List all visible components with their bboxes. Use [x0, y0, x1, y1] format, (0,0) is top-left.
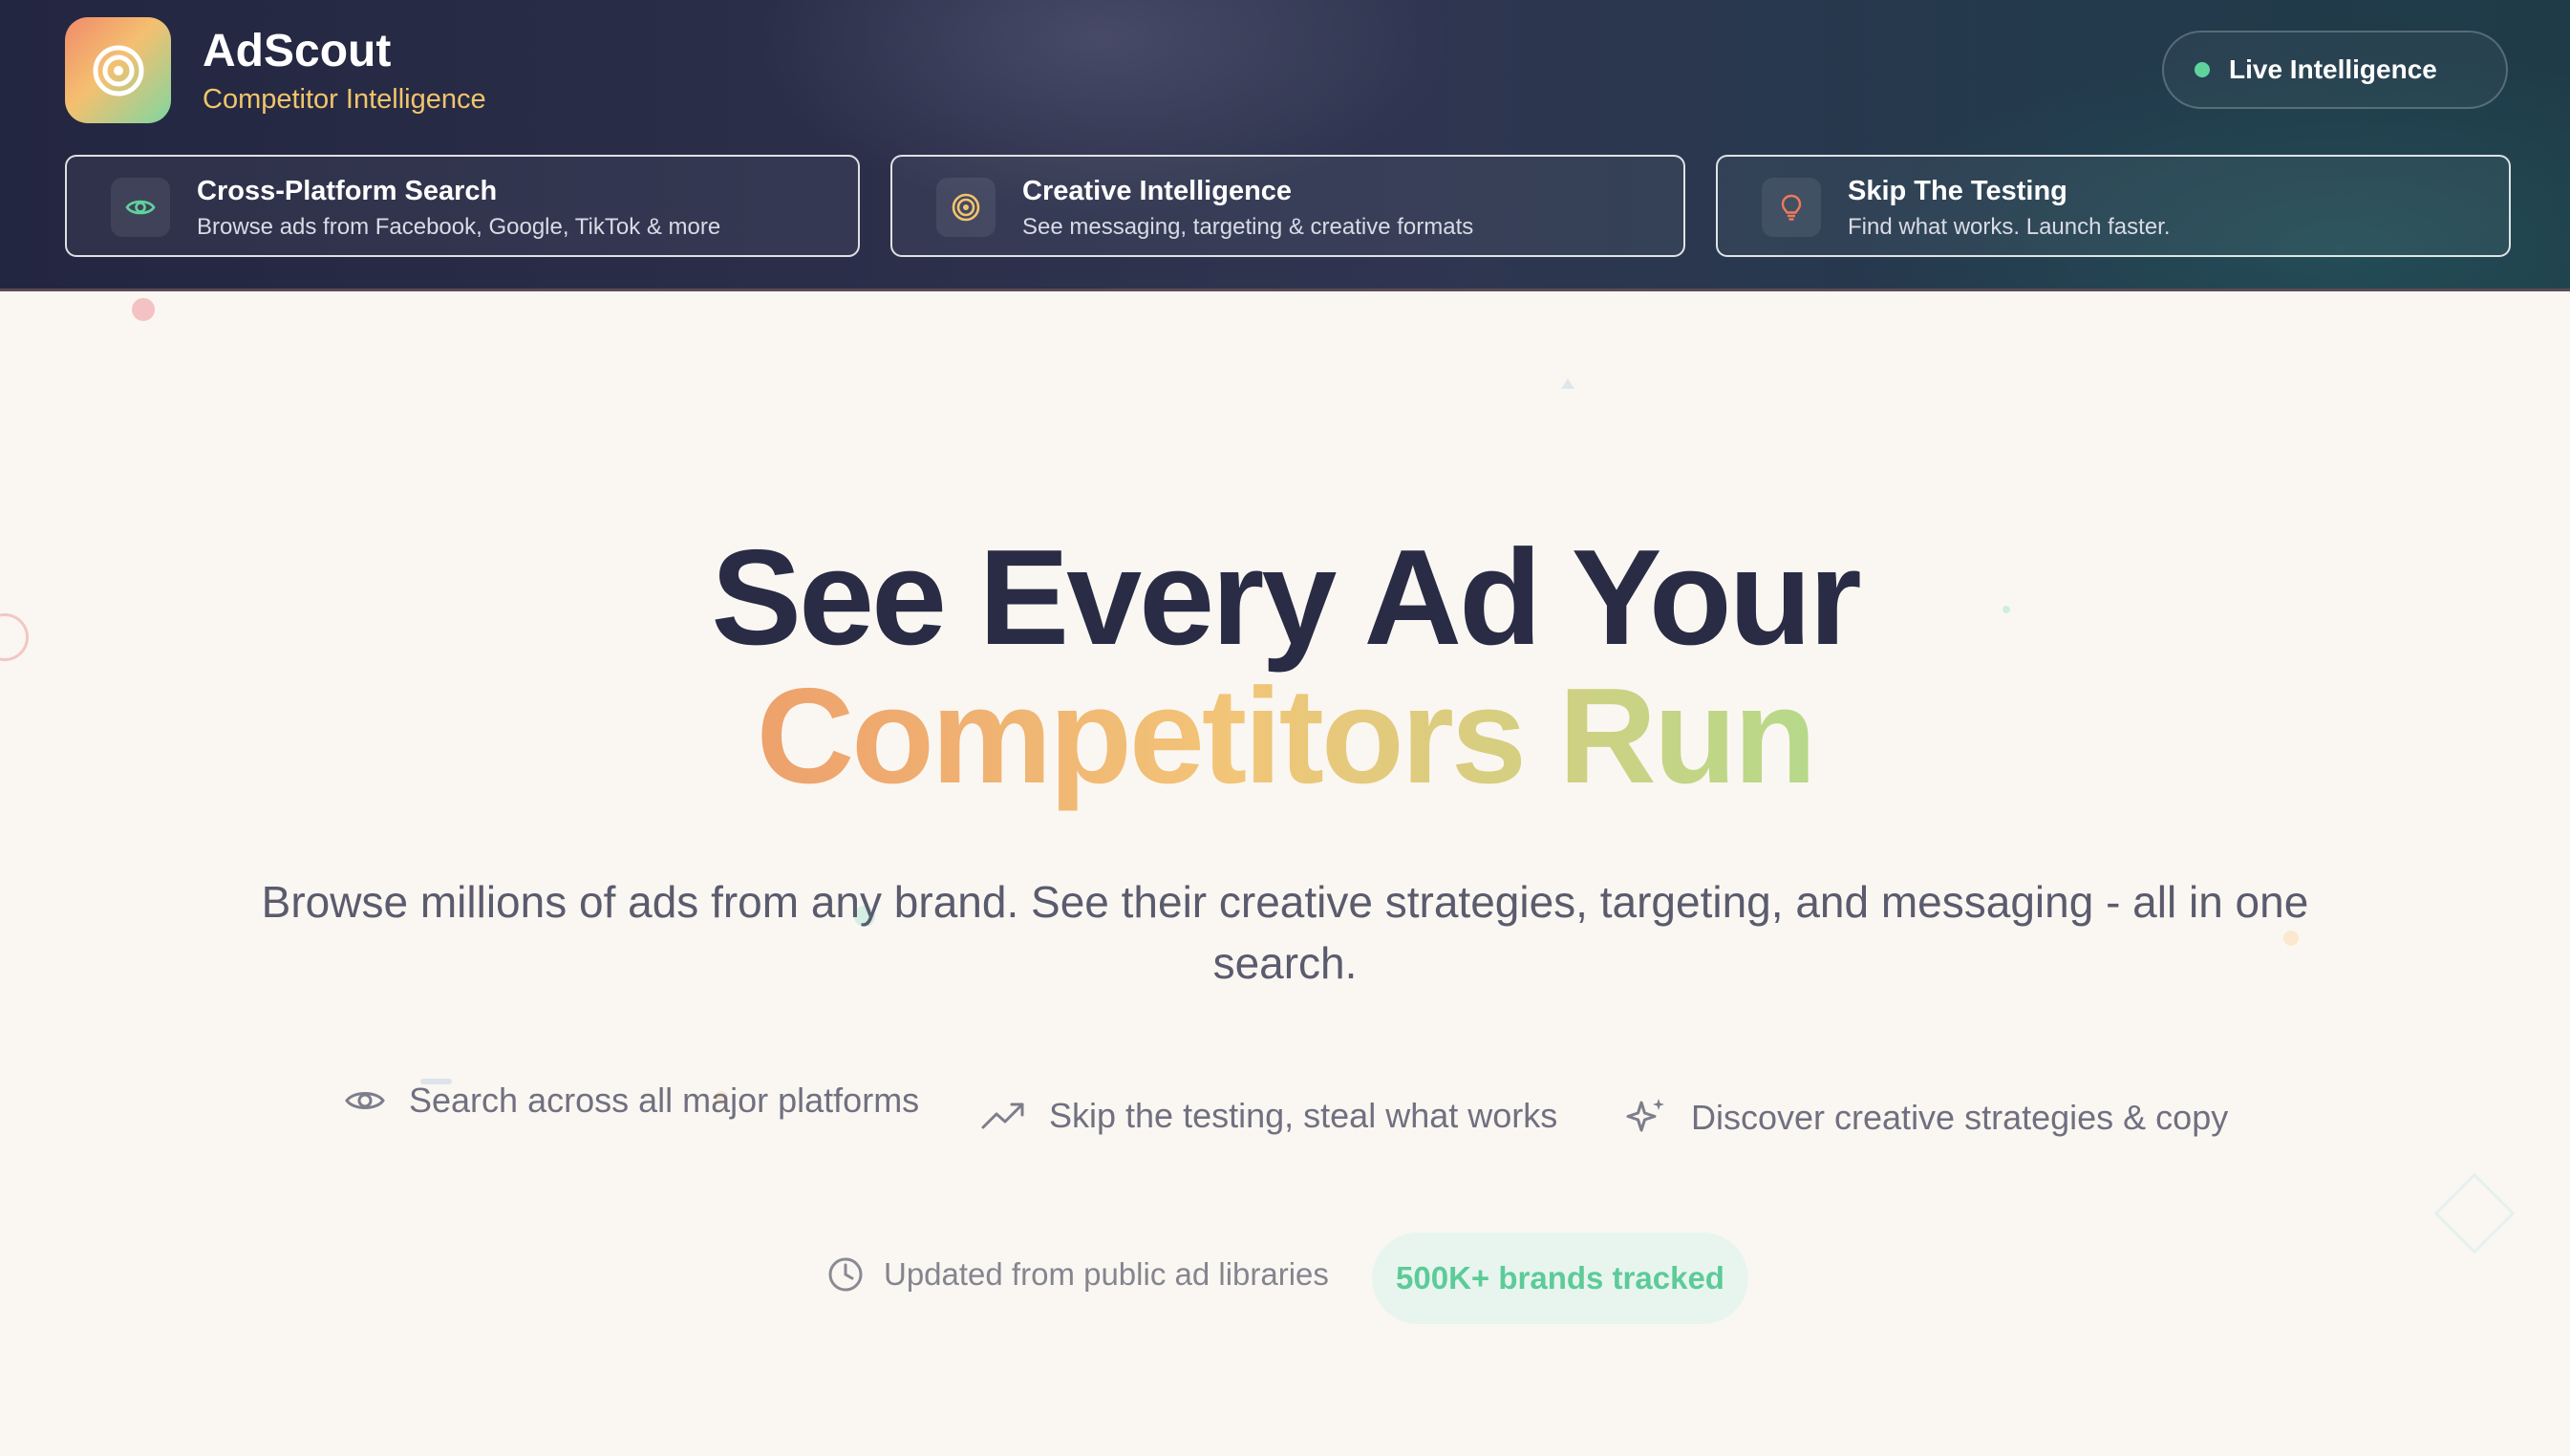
feature-description: See messaging, targeting & creative form…: [1022, 214, 1474, 240]
live-badge-label: Live Intelligence: [2229, 54, 2437, 84]
target-icon: [936, 178, 996, 237]
live-intelligence-badge[interactable]: Live Intelligence: [2162, 31, 2508, 109]
feature-description: Find what works. Launch faster.: [1848, 214, 2171, 240]
value-points: Search across all major platforms Skip t…: [0, 1080, 2570, 1194]
live-status-dot: [2195, 62, 2210, 77]
feature-description: Browse ads from Facebook, Google, TikTok…: [197, 214, 721, 240]
trending-up-icon: [981, 1103, 1024, 1129]
value-point-label: Discover creative strategies & copy: [1691, 1098, 2229, 1137]
feature-card-cross-platform[interactable]: Cross-Platform Search Browse ads from Fa…: [65, 155, 860, 257]
clock-icon: [828, 1257, 863, 1292]
value-point-search: Search across all major platforms: [344, 1080, 919, 1122]
feature-title: Creative Intelligence: [1022, 176, 1293, 206]
value-point-discover: Discover creative strategies & copy: [1622, 1095, 2228, 1141]
decor-triangle: [1561, 378, 1574, 389]
updated-label: Updated from public ad libraries: [884, 1256, 1329, 1292]
hero-headline-highlight: Competitors Run: [756, 660, 1817, 812]
feature-title: Cross-Platform Search: [197, 176, 498, 206]
feature-card-creative-intelligence[interactable]: Creative Intelligence See messaging, tar…: [890, 155, 1685, 257]
app-logo[interactable]: [65, 17, 171, 123]
updated-info: Updated from public ad libraries: [826, 1255, 1329, 1294]
value-point-label: Skip the testing, steal what works: [1049, 1096, 1558, 1135]
eye-icon: [111, 178, 170, 237]
feature-card-skip-testing[interactable]: Skip The Testing Find what works. Launch…: [1716, 155, 2511, 257]
lightbulb-icon: [1762, 178, 1821, 237]
target-icon: [93, 45, 143, 96]
hero-subheadline: Browse millions of ads from any brand. S…: [261, 877, 2309, 988]
sparkles-icon: [1626, 1099, 1664, 1132]
brand-tagline: Competitor Intelligence: [203, 84, 486, 115]
value-point-label: Search across all major platforms: [409, 1081, 920, 1120]
top-header: AdScout Competitor Intelligence Live Int…: [0, 0, 2570, 291]
eye-icon: [345, 1092, 385, 1109]
value-point-skip-testing: Skip the testing, steal what works: [980, 1095, 1557, 1137]
feature-title: Skip The Testing: [1848, 176, 2067, 206]
brands-tracked-badge: 500K+ brands tracked: [1372, 1232, 1748, 1324]
hero-headline-line2: Competitors Run: [0, 669, 2570, 804]
hero-headline-line1: See Every Ad Your: [711, 522, 1861, 674]
brand-name: AdScout: [203, 26, 392, 76]
decor-dot: [132, 298, 155, 321]
